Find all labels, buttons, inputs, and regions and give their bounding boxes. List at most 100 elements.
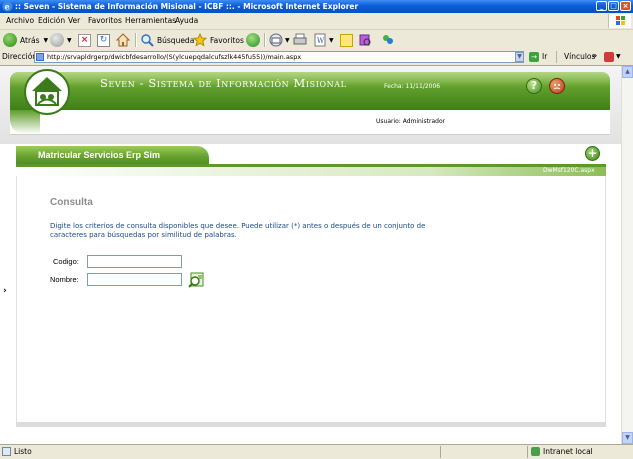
- search-submit-button[interactable]: [188, 272, 205, 288]
- back-label: Atrás: [20, 35, 40, 45]
- forward-arrow-icon: [50, 33, 64, 47]
- search-button[interactable]: Búsqueda: [140, 32, 194, 48]
- date-label: Fecha: 11/11/2006: [384, 83, 441, 90]
- file-name-bar: [16, 167, 606, 176]
- edit-dropdown-icon[interactable]: ▼: [329, 37, 334, 44]
- form-heading: Consulta: [50, 197, 93, 208]
- edit-document-icon: W: [314, 33, 326, 47]
- intranet-zone-icon: [531, 447, 540, 456]
- stop-icon: ×: [78, 33, 91, 47]
- maximize-button[interactable]: □: [608, 1, 619, 11]
- menu-edicion[interactable]: Edición: [38, 16, 65, 25]
- file-name-label: DwMsf120C.aspx: [543, 167, 595, 174]
- back-button[interactable]: Atrás ▼: [3, 32, 48, 48]
- messenger-icon: [383, 35, 393, 44]
- address-bar: Dirección http://srvapldrgerp/dwicbfdesa…: [0, 50, 633, 66]
- edit-button[interactable]: W ▼: [313, 32, 334, 48]
- section-title: Matricular Servicios Erp Sim: [38, 150, 161, 160]
- folder-icon: [340, 33, 353, 47]
- status-separator: [527, 446, 528, 458]
- menu-ayuda[interactable]: Ayuda: [175, 16, 198, 25]
- mail-icon: [269, 33, 283, 47]
- vertical-scrollbar[interactable]: ▲ ▼: [621, 66, 633, 444]
- toolbar-separator: [135, 33, 137, 47]
- extension-dropdown-icon[interactable]: ▼: [616, 53, 621, 60]
- codigo-label: Codigo:: [53, 257, 79, 266]
- content-panel-footer: [16, 422, 606, 427]
- scroll-down-icon[interactable]: ▼: [622, 432, 633, 444]
- refresh-button[interactable]: ↻: [97, 32, 110, 48]
- stop-button[interactable]: ×: [78, 32, 91, 48]
- standard-toolbar: Atrás ▼ ▼ × ↻ Búsqueda Favoritos ▼ W ▼: [0, 30, 633, 51]
- nombre-input[interactable]: [87, 273, 182, 286]
- history-button[interactable]: [246, 32, 260, 48]
- print-button[interactable]: [293, 32, 307, 48]
- expand-side-arrow-icon[interactable]: ›: [3, 286, 7, 296]
- help-icon[interactable]: ?: [526, 78, 542, 94]
- back-arrow-icon: [3, 33, 17, 47]
- go-arrow-icon[interactable]: →: [529, 52, 539, 62]
- browser-viewport: Seven - Sistema de Información Misional …: [0, 66, 621, 444]
- forward-dropdown-icon[interactable]: ▼: [67, 37, 72, 44]
- address-input[interactable]: http://srvapldrgerp/dwicbfdesarrollo/(S(…: [34, 51, 524, 63]
- menu-bar: Archivo Edición Ver Favoritos Herramient…: [0, 13, 633, 30]
- address-separator: [556, 51, 557, 63]
- messenger-button[interactable]: [381, 32, 395, 48]
- window-title: :: Seven - Sistema de Información Mision…: [15, 2, 359, 11]
- back-dropdown-icon[interactable]: ▼: [44, 37, 49, 44]
- magnifier-search-icon: [188, 272, 204, 288]
- svg-text:W: W: [317, 37, 325, 45]
- form-instructions: Digite los criterios de consulta disponi…: [50, 222, 426, 239]
- scroll-up-icon[interactable]: ▲: [622, 66, 633, 78]
- menu-ver[interactable]: Ver: [68, 16, 80, 25]
- printer-icon: [293, 33, 307, 45]
- content-panel: [16, 176, 606, 424]
- go-button[interactable]: Ir: [542, 52, 547, 61]
- page-icon: [36, 53, 44, 61]
- status-text: Listo: [14, 447, 32, 456]
- close-button[interactable]: ×: [620, 1, 631, 11]
- links-label[interactable]: Vínculos: [564, 52, 595, 61]
- user-label: Usuario: Administrador: [376, 118, 446, 125]
- logout-icon[interactable]: [549, 78, 565, 94]
- favorites-star-icon: [193, 33, 207, 47]
- app-title: Seven - Sistema de Información Misional: [100, 76, 347, 90]
- status-separator: [440, 446, 441, 458]
- page-status-icon: [2, 447, 11, 456]
- zone-text: Intranet local: [543, 447, 593, 456]
- menu-herramientas[interactable]: Herramientas: [125, 16, 176, 25]
- minimize-button[interactable]: _: [596, 1, 607, 11]
- forward-button[interactable]: ▼: [50, 32, 72, 48]
- codigo-input[interactable]: [87, 255, 182, 268]
- header-curve: [10, 110, 40, 134]
- status-bar: Listo Intranet local: [0, 444, 633, 459]
- icbf-logo: [24, 69, 70, 115]
- add-new-button[interactable]: +: [585, 146, 600, 161]
- address-dropdown-icon[interactable]: ▼: [515, 52, 524, 62]
- mail-dropdown-icon[interactable]: ▼: [285, 37, 290, 44]
- links-chevron-icon[interactable]: »: [592, 51, 597, 60]
- mail-button[interactable]: ▼: [269, 32, 290, 48]
- refresh-icon: ↻: [97, 33, 110, 47]
- address-label: Dirección: [2, 52, 38, 61]
- research-button[interactable]: [358, 32, 372, 48]
- user-strip: [10, 110, 610, 135]
- svg-text:e: e: [5, 2, 10, 12]
- windows-flag-icon: [608, 14, 631, 28]
- research-book-icon: [359, 34, 371, 46]
- home-icon: [116, 33, 130, 47]
- toolbar-extension-icon[interactable]: [604, 52, 614, 62]
- address-url[interactable]: http://srvapldrgerp/dwicbfdesarrollo/(S(…: [47, 52, 301, 62]
- favorites-button[interactable]: Favoritos: [193, 32, 244, 48]
- discuss-button[interactable]: [340, 32, 353, 48]
- nombre-label: Nombre:: [50, 275, 79, 284]
- search-icon: [141, 34, 154, 47]
- favorites-label: Favoritos: [210, 35, 244, 45]
- home-button[interactable]: [116, 32, 130, 48]
- window-title-bar: e :: Seven - Sistema de Información Misi…: [0, 0, 633, 13]
- search-label: Búsqueda: [157, 35, 195, 45]
- history-icon: [246, 33, 260, 47]
- toolbar-separator: [264, 33, 266, 47]
- menu-archivo[interactable]: Archivo: [6, 16, 34, 25]
- menu-favoritos[interactable]: Favoritos: [88, 16, 122, 25]
